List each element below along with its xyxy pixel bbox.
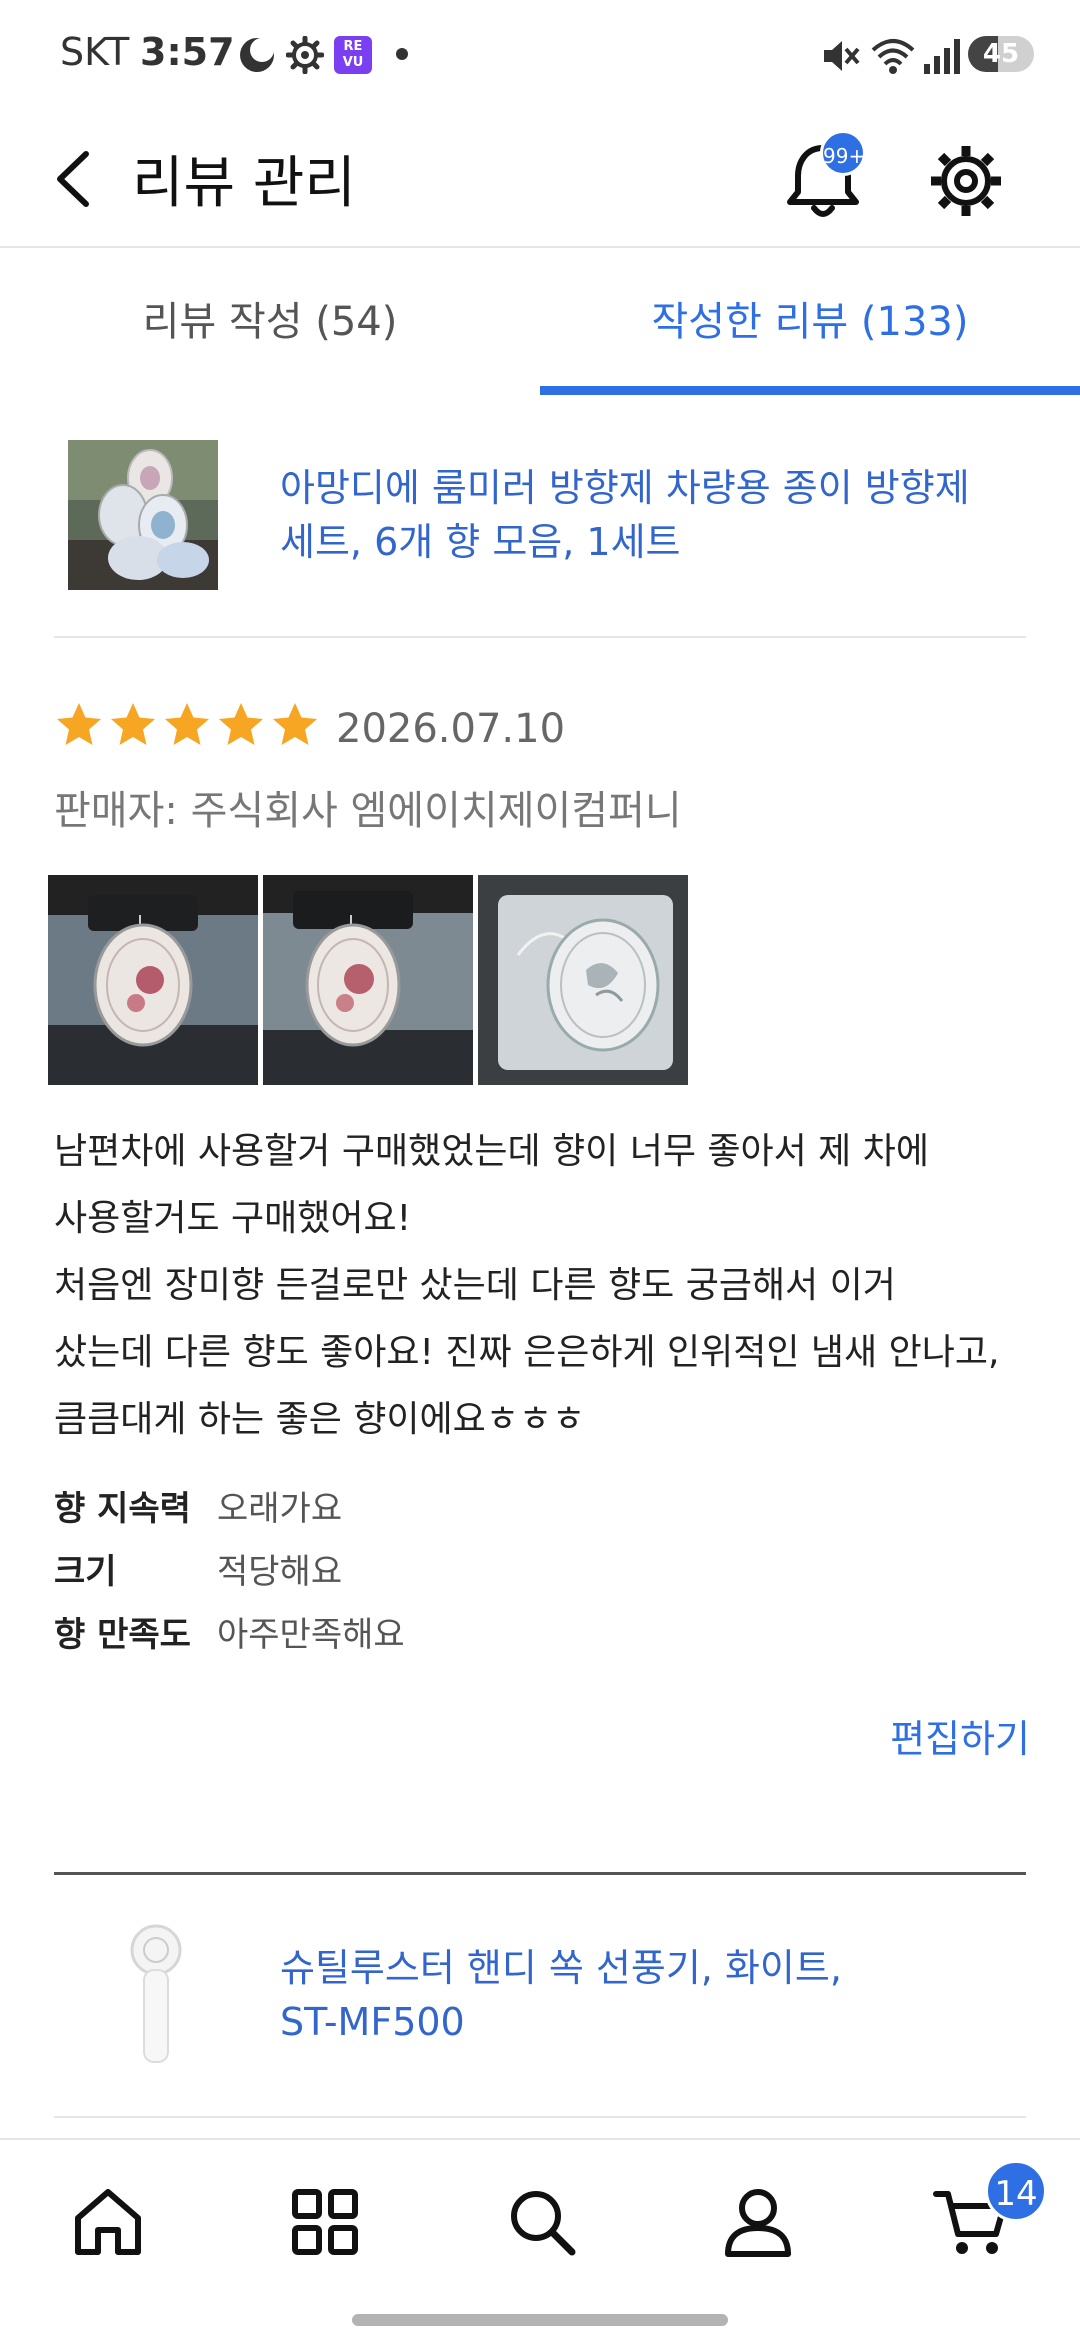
product-card[interactable]: 슈틸루스터 핸디 쏙 선풍기, 화이트, ST-MF500 xyxy=(54,1920,1026,2080)
star-icon xyxy=(165,703,209,745)
tab-written-reviews[interactable]: 작성한 리뷰 (133) xyxy=(540,250,1080,394)
gear-icon xyxy=(286,36,324,74)
product-title[interactable]: 아망디에 룸미러 방향제 차량용 종이 방향제 세트, 6개 향 모음, 1세트 xyxy=(280,461,1060,569)
section-divider xyxy=(54,1872,1026,1875)
cart-count-badge: 14 xyxy=(985,2160,1047,2222)
product-title[interactable]: 슈틸루스터 핸디 쏙 선풍기, 화이트, ST-MF500 xyxy=(280,1941,1060,2049)
back-button[interactable] xyxy=(46,144,106,214)
signal-icon xyxy=(924,39,960,74)
battery-level: 45 xyxy=(982,39,1020,69)
review-photo[interactable] xyxy=(48,875,258,1085)
divider xyxy=(54,2116,1026,2118)
seller-name: 판매자: 주식회사 엠에이치제이컴퍼니 xyxy=(54,788,682,834)
review-text-line: 샀는데 다른 향도 좋아요! 진짜 은은하게 인위적인 냄새 안나고, xyxy=(54,1332,1000,1373)
review-text-line: 큼큼대게 하는 좋은 향이에요ㅎㅎㅎ xyxy=(54,1399,586,1440)
star-icon xyxy=(111,703,155,745)
screen: SKT 3:57 RE VU 45 리뷰 관리 99+ 리뷰 작성 (54) 작… xyxy=(0,0,1080,2340)
product-thumbnail xyxy=(68,1920,218,2070)
active-tab-indicator xyxy=(540,386,1080,395)
star-rating xyxy=(54,700,324,756)
attribute-label: 향 지속력 xyxy=(54,1489,191,1529)
review-photo[interactable] xyxy=(263,875,473,1085)
clock: 3:57 xyxy=(140,30,235,74)
review-text-line: 남편차에 사용할거 구매했었는데 향이 너무 좋아서 제 차에 xyxy=(54,1131,929,1172)
attribute-label: 크기 xyxy=(54,1552,117,1592)
attribute-value: 적당해요 xyxy=(217,1552,343,1592)
attribute-value: 아주만족해요 xyxy=(217,1615,405,1655)
page-title: 리뷰 관리 xyxy=(132,151,356,216)
app-header: 리뷰 관리 99+ xyxy=(0,110,1080,248)
profile-icon[interactable] xyxy=(718,2182,798,2262)
star-icon xyxy=(57,703,101,745)
review-text-line: 처음엔 장미향 든걸로만 샀는데 다른 향도 궁금해서 이거 xyxy=(54,1265,896,1306)
moon-icon xyxy=(240,38,274,72)
system-home-indicator[interactable] xyxy=(352,2314,728,2326)
categories-icon[interactable] xyxy=(285,2182,365,2262)
attribute-value: 오래가요 xyxy=(217,1489,343,1529)
review-body: 남편차에 사용할거 구매했었는데 향이 너무 좋아서 제 차에 사용할거도 구매… xyxy=(54,1118,1034,1453)
product-card[interactable]: 아망디에 룸미러 방향제 차량용 종이 방향제 세트, 6개 향 모음, 1세트 xyxy=(54,440,1026,600)
battery-icon: 45 xyxy=(968,36,1034,72)
revu-app-icon: RE VU xyxy=(334,36,372,74)
attribute-label: 향 만족도 xyxy=(54,1615,191,1655)
tab-write-review[interactable]: 리뷰 작성 (54) xyxy=(0,250,540,394)
review-text-line: 사용할거도 구매했어요! xyxy=(54,1198,412,1239)
bottom-navigation: 14 xyxy=(0,2138,1080,2340)
search-icon[interactable] xyxy=(502,2182,582,2262)
status-bar: SKT 3:57 RE VU 45 xyxy=(0,0,1080,110)
mute-icon xyxy=(824,41,860,71)
edit-review-button[interactable]: 편집하기 xyxy=(890,1708,1030,1763)
home-icon[interactable] xyxy=(68,2182,148,2262)
review-tabs: 리뷰 작성 (54) 작성한 리뷰 (133) xyxy=(0,250,1080,395)
product-title-line: 슈틸루스터 핸디 쏙 선풍기, 화이트, xyxy=(280,1946,842,1990)
review-date: 2026.07.10 xyxy=(336,706,566,752)
notification-badge: 99+ xyxy=(820,130,866,176)
product-title-line: 세트, 6개 향 모음, 1세트 xyxy=(280,520,681,564)
review-photo[interactable] xyxy=(478,875,688,1085)
wifi-icon xyxy=(871,39,915,74)
carrier-label: SKT xyxy=(60,30,130,74)
star-icon xyxy=(273,703,317,745)
settings-gear-icon[interactable] xyxy=(926,138,1006,224)
star-icon xyxy=(219,703,263,745)
product-title-line: 아망디에 룸미러 방향제 차량용 종이 방향제 xyxy=(280,466,970,510)
divider xyxy=(54,636,1026,638)
notification-dot xyxy=(396,48,408,60)
product-thumbnail xyxy=(68,440,218,590)
product-title-line: ST-MF500 xyxy=(280,2000,465,2044)
